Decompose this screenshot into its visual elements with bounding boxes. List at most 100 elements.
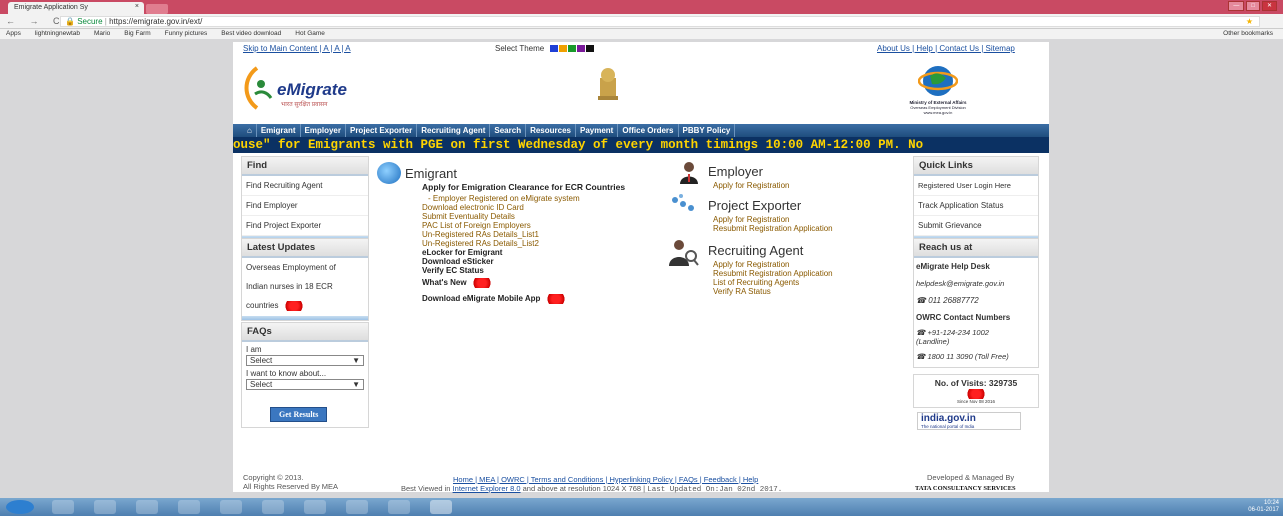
agent-link[interactable]: Resubmit Registration Application xyxy=(713,269,833,278)
ie-icon[interactable] xyxy=(136,500,158,514)
owrc-phone: +91-124-234 1002 xyxy=(927,328,989,337)
emigrant-link[interactable]: eLocker for Emigrant xyxy=(422,248,672,257)
media-icon[interactable] xyxy=(94,500,116,514)
quick-link[interactable]: Registered User Login Here xyxy=(914,176,1038,196)
menu-item-payment[interactable]: Payment xyxy=(576,124,619,137)
menu-item-resources[interactable]: Resources xyxy=(526,124,576,137)
menu-item-project-exporter[interactable]: Project Exporter xyxy=(346,124,418,137)
help-desk-email[interactable]: helpdesk@emigrate.gov.in xyxy=(914,275,1038,292)
theme-swatch[interactable] xyxy=(559,45,568,53)
agent-link[interactable]: List of Recruiting Agents xyxy=(713,278,833,287)
quick-link[interactable]: Submit Grievance xyxy=(914,216,1038,236)
firefox-icon[interactable] xyxy=(262,500,284,514)
iam-select-value: Select xyxy=(250,356,273,365)
system-tray-clock[interactable]: 10:24 06-01-2017 xyxy=(1248,500,1279,514)
exporter-link[interactable]: Apply for Registration xyxy=(713,215,833,224)
chrome-icon[interactable] xyxy=(304,500,326,514)
bookmark-item[interactable]: Hot Game xyxy=(295,29,325,39)
secure-lock-icon: 🔒 xyxy=(65,17,78,26)
iam-select[interactable]: Select ▼ xyxy=(246,355,364,366)
exporter-link[interactable]: Resubmit Registration Application xyxy=(713,224,833,233)
tab-close-icon[interactable]: × xyxy=(135,3,139,10)
minimize-icon[interactable]: — xyxy=(1228,1,1245,11)
site-header: eMigrate भारत सुरक्षित प्रवासन Ministry … xyxy=(233,56,1049,124)
menu-item-office-orders[interactable]: Office Orders xyxy=(618,124,679,137)
emigrant-link[interactable]: Un-Registered RAs Details_List1 xyxy=(422,230,672,239)
maximize-icon[interactable]: □ xyxy=(1246,1,1260,11)
find-link[interactable]: Find Recruiting Agent xyxy=(242,176,368,196)
whats-new-link[interactable]: What's New xyxy=(422,278,467,287)
cloud-icon[interactable] xyxy=(388,500,410,514)
find-link[interactable]: Find Employer xyxy=(242,196,368,216)
emigrant-link[interactable]: PAC List of Foreign Employers xyxy=(422,221,672,230)
other-bookmarks[interactable]: Other bookmarks xyxy=(1223,29,1273,39)
emigrant-lead-link[interactable]: Apply for Emigration Clearance for ECR C… xyxy=(422,183,672,192)
bookmark-item[interactable]: Apps xyxy=(6,29,21,39)
emigrant-link[interactable]: Un-Registered RAs Details_List2 xyxy=(422,239,672,248)
theme-swatch[interactable] xyxy=(568,45,577,53)
bookmark-item[interactable]: lightningnewtab xyxy=(35,29,80,39)
home-icon[interactable]: ⌂ xyxy=(243,124,257,137)
india-gov-banner[interactable]: india.gov.in The national portal of Indi… xyxy=(917,412,1021,430)
news-marquee: ouse" for Emigrants with PGE on first We… xyxy=(233,137,1049,153)
menu-item-search[interactable]: Search xyxy=(490,124,527,137)
update-line[interactable]: countries xyxy=(246,301,278,310)
menu-item-employer[interactable]: Employer xyxy=(301,124,346,137)
address-bar: ← → C 🔒 Secure | https://emigrate.gov.in… xyxy=(0,14,1283,29)
agent-link[interactable]: Verify RA Status xyxy=(713,287,833,296)
bookmark-item[interactable]: Best video download xyxy=(221,29,281,39)
start-button-icon[interactable] xyxy=(6,500,34,514)
nav-buttons[interactable]: ← → C xyxy=(6,16,66,26)
bookmark-item[interactable]: Big Farm xyxy=(124,29,150,39)
quick-link[interactable]: Track Application Status xyxy=(914,196,1038,216)
menu-item-recruiting-agent[interactable]: Recruiting Agent xyxy=(417,124,491,137)
mea-logo: Ministry of External Affairs Overseas Em… xyxy=(903,64,973,120)
new-badge-icon xyxy=(468,278,495,288)
emigrant-link[interactable]: - Employer Registered on eMigrate system xyxy=(422,194,672,203)
explorer-icon[interactable] xyxy=(52,500,74,514)
top-links[interactable]: About Us | Help | Contact Us | Sitemap xyxy=(877,42,1015,56)
url-text: https://emigrate.gov.in/ext/ xyxy=(109,17,203,26)
update-line[interactable]: Indian nurses in 18 ECR xyxy=(242,277,368,296)
mea-url: www.mea.gov.in xyxy=(923,110,953,115)
theme-swatch[interactable] xyxy=(550,45,559,53)
menu-item-emigrant[interactable]: Emigrant xyxy=(257,124,301,137)
bookmark-item[interactable]: Mario xyxy=(94,29,110,39)
know-label: I want to know about... xyxy=(246,369,327,378)
topic-select[interactable]: Select ▼ xyxy=(246,379,364,390)
get-results-button[interactable]: Get Results xyxy=(270,407,328,422)
emigrant-link[interactable]: Verify EC Status xyxy=(422,266,672,275)
emigrant-link[interactable]: Download electronic ID Card xyxy=(422,203,672,212)
reach-us-panel: Reach us at eMigrate Help Desk helpdesk@… xyxy=(913,238,1039,368)
app-icon[interactable] xyxy=(178,500,200,514)
bookmark-star-icon[interactable]: ★ xyxy=(1246,17,1253,26)
emigrant-link[interactable]: Download eSticker xyxy=(422,257,672,266)
new-tab-button[interactable] xyxy=(146,4,168,14)
skip-link[interactable]: Skip to Main Content | A | A | A xyxy=(243,42,351,56)
chrome-active-icon[interactable] xyxy=(430,500,452,514)
bookmark-item[interactable]: Funny pictures xyxy=(165,29,208,39)
theme-swatch[interactable] xyxy=(586,45,595,53)
app-icon[interactable] xyxy=(346,500,368,514)
emigrant-link[interactable]: Submit Eventuality Details xyxy=(422,212,672,221)
close-window-icon[interactable]: ✕ xyxy=(1261,1,1277,11)
browser-tab[interactable]: Emigrate Application Sy × xyxy=(8,2,144,14)
agent-title: Recruiting Agent xyxy=(708,243,804,258)
footer-links[interactable]: Home | MEA | OWRC | Terms and Conditions… xyxy=(453,475,758,484)
employer-register-link[interactable]: Apply for Registration xyxy=(713,181,789,190)
outlook-icon[interactable] xyxy=(220,500,242,514)
agent-link[interactable]: Apply for Registration xyxy=(713,260,833,269)
faqs-title: FAQs xyxy=(242,323,368,342)
url-field[interactable]: 🔒 Secure | https://emigrate.gov.in/ext/ … xyxy=(60,16,1260,27)
iam-label: I am xyxy=(246,345,262,354)
theme-swatch[interactable] xyxy=(577,45,586,53)
help-desk-phone: 011 26887772 xyxy=(928,296,979,305)
best-viewed-prefix: Best Viewed in xyxy=(401,484,451,493)
visit-counter: No. of Visits: 329735 Since Nov 08 2016 xyxy=(913,374,1039,408)
update-line[interactable]: Overseas Employment of xyxy=(242,258,368,277)
find-link[interactable]: Find Project Exporter xyxy=(242,216,368,236)
exporter-icon xyxy=(667,192,701,216)
menu-item-pbby-policy[interactable]: PBBY Policy xyxy=(679,124,736,137)
mobile-app-link[interactable]: Download eMigrate Mobile App xyxy=(422,294,540,303)
ie-link[interactable]: Internet Explorer 8.0 xyxy=(453,484,521,493)
